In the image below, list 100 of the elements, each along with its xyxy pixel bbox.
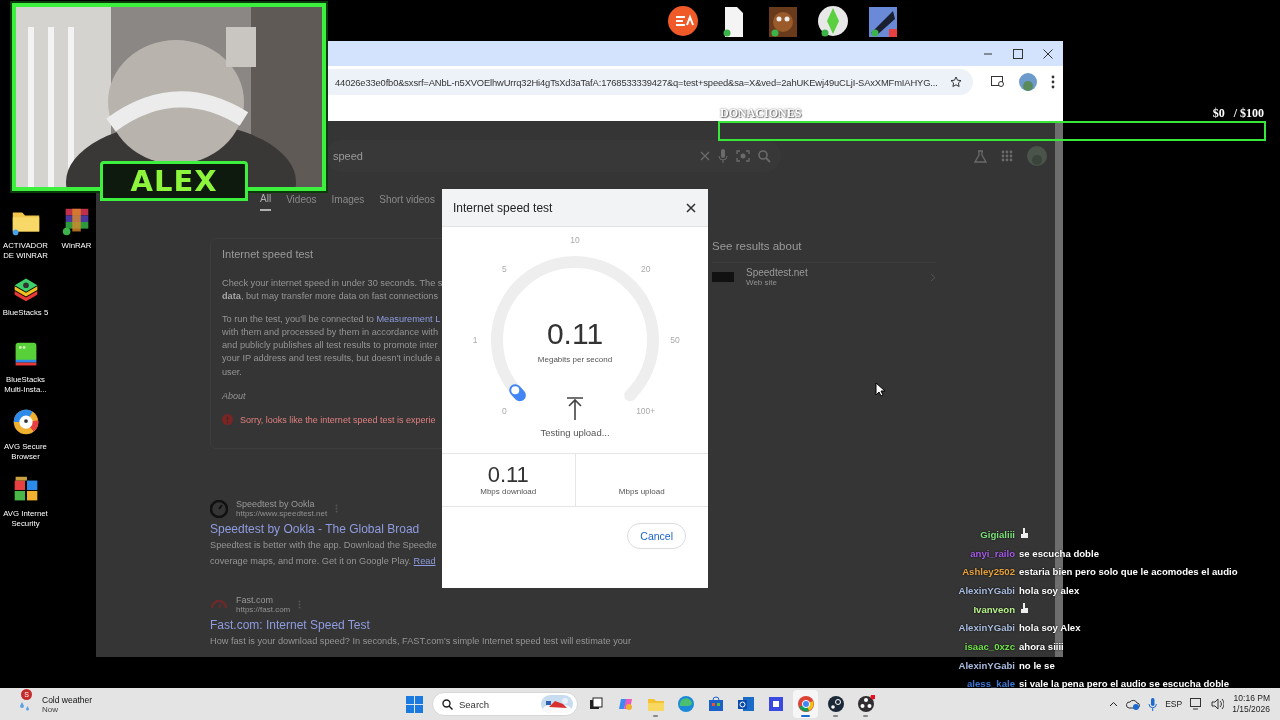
chat-username: aless_kale (966, 678, 1015, 690)
body-text: How fast is your download speed? In seconds, FAST.com's simple Internet speed test will estimate your (210, 634, 631, 648)
language-indicator[interactable]: ESP (1165, 699, 1183, 709)
chevron-up-icon[interactable] (1109, 701, 1119, 707)
gauge-tick-label: 20 (641, 264, 651, 275)
dialog-title: Internet speed test (453, 200, 554, 215)
windows-logo-icon (406, 695, 423, 713)
chat-message: hola soy alex (1019, 584, 1081, 596)
error-message: Sorry, looks like the internet speed test is experie (240, 414, 436, 425)
url-text[interactable]: 44026e33e0fb0&sxsrf=ANbL-n5XVOElhwUrrq32Hi4gTsXd3aTafA:1768533339427&q=test+speed&sa=X&ved=2ahUKEwj49uCLjI-SAxXMFmIAHYG... (335, 76, 945, 88)
search-icon (442, 698, 453, 710)
body-text: your IP address and test results, but doesn't include a (222, 352, 441, 366)
text-link[interactable]: Read (413, 556, 436, 567)
site-url: https://fast.com (236, 604, 291, 614)
search-tab[interactable]: Short videos (379, 193, 435, 211)
cloud-icon[interactable] (1126, 698, 1141, 710)
site-name: Speedtest by Ookla (236, 499, 316, 509)
search-query[interactable]: speed (333, 150, 692, 162)
gauge-tick-label: 0 (501, 405, 507, 416)
clock-time[interactable]: 10:16 PM (1233, 693, 1270, 704)
search-tab[interactable]: Images (331, 193, 365, 211)
entity-subtitle: Web site (746, 278, 778, 287)
result-label: Mbps download (480, 487, 537, 496)
body-text: with them and processed by them in accordance with (222, 325, 439, 339)
app-icon (856, 695, 875, 713)
chat-message: si vale la pena pero el audio se escucha doble (1019, 678, 1231, 690)
app-icon (736, 695, 755, 713)
star-icon (950, 76, 962, 88)
avatar-icon[interactable] (1019, 73, 1037, 91)
site-url: https://www.speedtest.net (236, 509, 328, 518)
app-icon (706, 695, 725, 713)
body-text: coverage maps, and more. Get it on Google Play. Read (210, 555, 436, 569)
result-label: Mbps upload (618, 487, 665, 496)
text-link[interactable]: Measurement L (376, 313, 441, 324)
rain-icon (20, 702, 29, 711)
result-title-link[interactable]: Fast.com: Internet Speed Test (210, 617, 370, 632)
body-text: data, but may transfer more data on fast connections (222, 290, 439, 304)
card-title: Internet speed test (222, 248, 315, 260)
body-text: To run the test, you'll be connected to Measurement L (222, 312, 441, 326)
weather-subtitle: Now (42, 704, 59, 714)
unit-label: Megabits per second (537, 355, 613, 364)
app-icon (676, 695, 695, 713)
gauge-tick-label: 1 (472, 335, 478, 345)
chat-username: Ivanveon (972, 603, 1015, 615)
about-label: About (222, 391, 246, 402)
minimize-icon (983, 52, 993, 55)
gauge-tick-label: 50 (670, 335, 680, 345)
monitor-icon[interactable] (1190, 698, 1204, 710)
app-icon (766, 695, 785, 713)
raised-amount: $0 (1212, 106, 1225, 121)
emote-icon (1019, 602, 1029, 615)
name-plate: ALEX (100, 161, 248, 201)
search-box[interactable]: Search (432, 692, 578, 716)
app-icon[interactable] (767, 5, 799, 37)
app-icon[interactable] (817, 5, 849, 37)
chat-username: AlexinYGabi (957, 659, 1015, 671)
chat-username: Gigialiii (979, 528, 1015, 540)
goal-label: DONACIONES (720, 106, 802, 121)
menu-icon[interactable] (1051, 75, 1055, 89)
maximize-icon (1013, 48, 1023, 59)
body-text: user. (222, 365, 242, 379)
status-text: Testing upload... (540, 427, 610, 438)
site-logo-icon (210, 499, 228, 518)
tab-search-icon[interactable] (991, 76, 1005, 88)
clock-date[interactable]: 1/15/2026 (1232, 704, 1270, 715)
chat-username: AlexinYGabi (957, 622, 1015, 634)
microphone-icon[interactable] (1148, 697, 1158, 711)
chat-message: no le se (1019, 659, 1056, 671)
cancel-button[interactable]: Cancel (627, 523, 686, 549)
chat-username: Ashley2502 (961, 566, 1015, 578)
emote-icon (1019, 527, 1029, 540)
entity-item[interactable]: Speedtest.net Web site (712, 262, 936, 287)
upload-icon (566, 397, 584, 421)
chat-message: ahora siiii (1019, 640, 1065, 652)
weather-title[interactable]: Cold weather (42, 694, 93, 705)
app-icon[interactable] (667, 5, 699, 37)
app-icon (826, 695, 845, 713)
app-icon[interactable] (867, 5, 899, 37)
result-value: 0.11 (487, 463, 529, 487)
search-tab[interactable]: Videos (286, 193, 317, 211)
gauge-tick-label: 100+ (636, 405, 656, 416)
panel-heading: See results about (712, 240, 803, 252)
chat-username: isaac_0xzc (963, 640, 1015, 652)
chat-message: estaria bien pero solo que le acomodes el audio (1019, 566, 1238, 578)
gauge-tick-label: 10 (570, 235, 580, 245)
body-text: Speedtest is better with the app. Download the Speedte (210, 539, 437, 552)
chat-message: se escucha doble (1019, 547, 1100, 559)
search-placeholder: Search (459, 698, 491, 710)
close-icon (1043, 48, 1053, 59)
error-icon (222, 414, 233, 426)
speed-reading: 0.11 (546, 317, 604, 350)
cursor-icon (875, 382, 885, 397)
gauge-needle (509, 384, 526, 402)
close-icon (684, 200, 698, 215)
speaker-icon[interactable] (1211, 698, 1225, 710)
result-title-link[interactable]: Speedtest by Ookla - The Global Broad (210, 522, 420, 536)
close-button[interactable] (684, 200, 698, 215)
chat-username: anyi_railo (969, 547, 1015, 559)
site-name: Fast.com (236, 594, 274, 605)
app-icon (796, 695, 815, 713)
